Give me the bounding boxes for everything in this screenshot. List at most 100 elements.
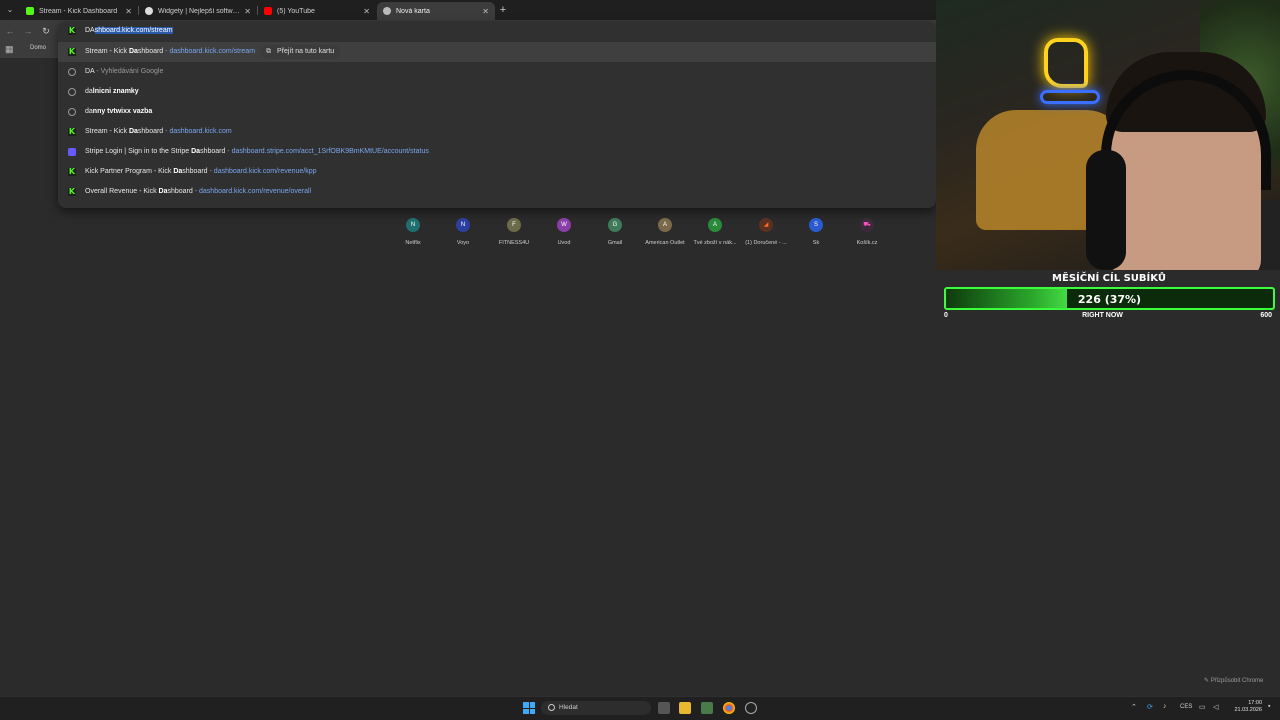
notifications-icon[interactable]: ▪: [1268, 703, 1270, 710]
shortcut-label: Gmail: [607, 240, 623, 246]
shortcut-netflix[interactable]: N Netflix: [388, 218, 438, 246]
shortcut-label: American Outlet: [645, 240, 685, 246]
shortcut-inbox[interactable]: ◢ (1) Doručené - ...: [741, 218, 791, 246]
task-view-icon[interactable]: [658, 702, 670, 714]
shortcut-label: Tvé zboží v nák...: [693, 240, 737, 246]
goal-progress-bar: 226 (37%): [944, 287, 1275, 310]
widgety-icon: [145, 7, 153, 15]
omnibox-autocomplete-text: shboard.kick.com/stream: [94, 27, 173, 34]
reload-icon[interactable]: ↻: [40, 25, 52, 37]
suggestion-text: DA - Vyhledávání Google: [85, 68, 164, 75]
shopping-cart-icon: ⛟: [860, 218, 874, 232]
tab-label: Stream - Kick Dashboard: [39, 7, 118, 15]
customize-chrome-link[interactable]: ✎ Přizpůsobit Chrome: [1204, 677, 1263, 684]
back-arrow-icon[interactable]: ←: [4, 25, 16, 37]
pencil-icon: ✎: [1204, 678, 1211, 684]
tray-chevron-icon[interactable]: ⌃: [1131, 703, 1137, 711]
suggestion-row[interactable]: K Overall Revenue - Kick Dashboard - das…: [58, 182, 936, 202]
tab-widgety[interactable]: Widgety | Nejlepší software pro ✕: [139, 2, 257, 20]
kick-icon: K: [68, 127, 76, 136]
suggestion-row[interactable]: danny tvtwixx vazba: [58, 102, 936, 122]
shortcut-american-outlet[interactable]: A American Outlet: [640, 218, 690, 246]
kick-icon: [26, 7, 34, 15]
suggestion-text: Stream - Kick Dashboard - dashboard.kick…: [85, 128, 232, 135]
uvod-icon: W: [557, 218, 571, 232]
suggestion-text: Stream - Kick Dashboard - dashboard.kick…: [85, 48, 256, 55]
tab-kick-dashboard[interactable]: Stream - Kick Dashboard ✕: [20, 2, 138, 20]
sync-icon[interactable]: ⟳: [1147, 703, 1153, 711]
neon-sign-blue: [1040, 90, 1100, 104]
sk-icon: S: [809, 218, 823, 232]
screen: ⌄ Stream - Kick Dashboard ✕ Widgety | Ne…: [0, 0, 1280, 720]
shortcut-fitness4u[interactable]: F FITNESS4U: [489, 218, 539, 246]
suggestion-row[interactable]: DA - Vyhledávání Google: [58, 62, 936, 82]
suggestion-row[interactable]: K Stream - Kick Dashboard - dashboard.ki…: [58, 122, 936, 142]
history-icon: [68, 88, 76, 96]
bookmark-item[interactable]: Domo: [30, 45, 46, 51]
obs-icon[interactable]: [745, 702, 757, 714]
history-icon: [68, 108, 76, 116]
stripe-icon: [68, 148, 76, 156]
suggestion-row[interactable]: K Kick Partner Program - Kick Dashboard …: [58, 162, 936, 182]
search-icon: [68, 68, 76, 76]
suggestion-row[interactable]: K Stream - Kick Dashboard - dashboard.ki…: [58, 42, 936, 62]
tab-switch-icon: ⧉: [266, 48, 271, 55]
suggestion-row[interactable]: dalnicni znamky: [58, 82, 936, 102]
new-tab-button[interactable]: +: [497, 4, 509, 16]
switch-to-tab-button[interactable]: ⧉ Přejít na tuto kartu: [261, 45, 341, 59]
taskbar-clock[interactable]: 17:00 21.03.2026: [1228, 700, 1262, 714]
goal-min-label: 0: [944, 312, 948, 319]
tab-search-icon[interactable]: ⌄: [4, 4, 16, 16]
shortcut-label: Netflix: [405, 240, 421, 246]
clock-date: 21.03.2026: [1234, 707, 1262, 713]
webcam-feed: [936, 0, 1280, 270]
suggestion-text: danny tvtwixx vazba: [85, 108, 153, 115]
goal-value: 226 (37%): [1077, 293, 1142, 306]
chrome-taskbar-icon[interactable]: [723, 702, 735, 714]
shortcut-gmail[interactable]: G Gmail: [590, 218, 640, 246]
search-icon: [548, 704, 555, 711]
kick-icon: K: [68, 47, 76, 56]
shortcut-kosik[interactable]: ⛟ Košík.cz: [842, 218, 892, 246]
volume-icon[interactable]: ◁: [1213, 703, 1218, 711]
shortcut-sk[interactable]: S Sk: [791, 218, 841, 246]
gmail-icon: G: [608, 218, 622, 232]
youtube-icon: [264, 7, 272, 15]
tab-label: Widgety | Nejlepší software pro: [158, 7, 241, 15]
tab-youtube[interactable]: (5) YouTube ✕: [258, 2, 376, 20]
shortcut-voyo[interactable]: N Voyo: [438, 218, 488, 246]
tab-label: Nová karta: [396, 7, 430, 15]
close-tab-icon[interactable]: ✕: [125, 7, 132, 16]
close-tab-icon[interactable]: ✕: [363, 7, 370, 16]
forward-arrow-icon[interactable]: →: [22, 25, 34, 37]
suggestion-row[interactable]: Stripe Login | Sign in to the Stripe Das…: [58, 142, 936, 162]
customize-chrome-label: Přizpůsobit Chrome: [1210, 678, 1264, 684]
mic-tray-icon[interactable]: ♪: [1163, 703, 1167, 710]
taskbar-search-label: Hledat: [559, 704, 578, 711]
file-explorer-icon[interactable]: [679, 702, 691, 714]
clock-time: 17:00: [1248, 700, 1262, 706]
inbox-icon: ◢: [759, 218, 773, 232]
language-indicator[interactable]: CES: [1180, 704, 1192, 710]
omnibox-text[interactable]: DAshboard.kick.com/stream: [85, 27, 173, 34]
tab-new-tab[interactable]: Nová karta ✕: [377, 2, 495, 20]
omnibox-input[interactable]: K DAshboard.kick.com/stream: [58, 22, 936, 42]
voyo-icon: N: [456, 218, 470, 232]
netflix-icon: N: [406, 218, 420, 232]
shortcut-label: FITNESS4U: [498, 240, 530, 246]
windows-start-icon[interactable]: [523, 702, 535, 714]
microphone: [1086, 150, 1126, 270]
suggestion-text: Overall Revenue - Kick Dashboard - dashb…: [85, 188, 312, 195]
taskbar-search[interactable]: Hledat: [541, 701, 651, 715]
store-icon[interactable]: [701, 702, 713, 714]
close-tab-icon[interactable]: ✕: [244, 7, 251, 16]
shortcut-cart[interactable]: A Tvé zboží v nák...: [690, 218, 740, 246]
neon-sign: [1044, 38, 1088, 88]
close-tab-icon[interactable]: ✕: [482, 7, 489, 16]
suggestion-text: Stripe Login | Sign in to the Stripe Das…: [85, 148, 429, 155]
apps-grid-icon[interactable]: ▦: [5, 44, 14, 55]
fitness4u-icon: F: [507, 218, 521, 232]
goal-now-label: RIGHT NOW: [1082, 312, 1123, 319]
network-icon[interactable]: ▭: [1199, 703, 1206, 711]
shortcut-uvod[interactable]: W Úvod: [539, 218, 589, 246]
